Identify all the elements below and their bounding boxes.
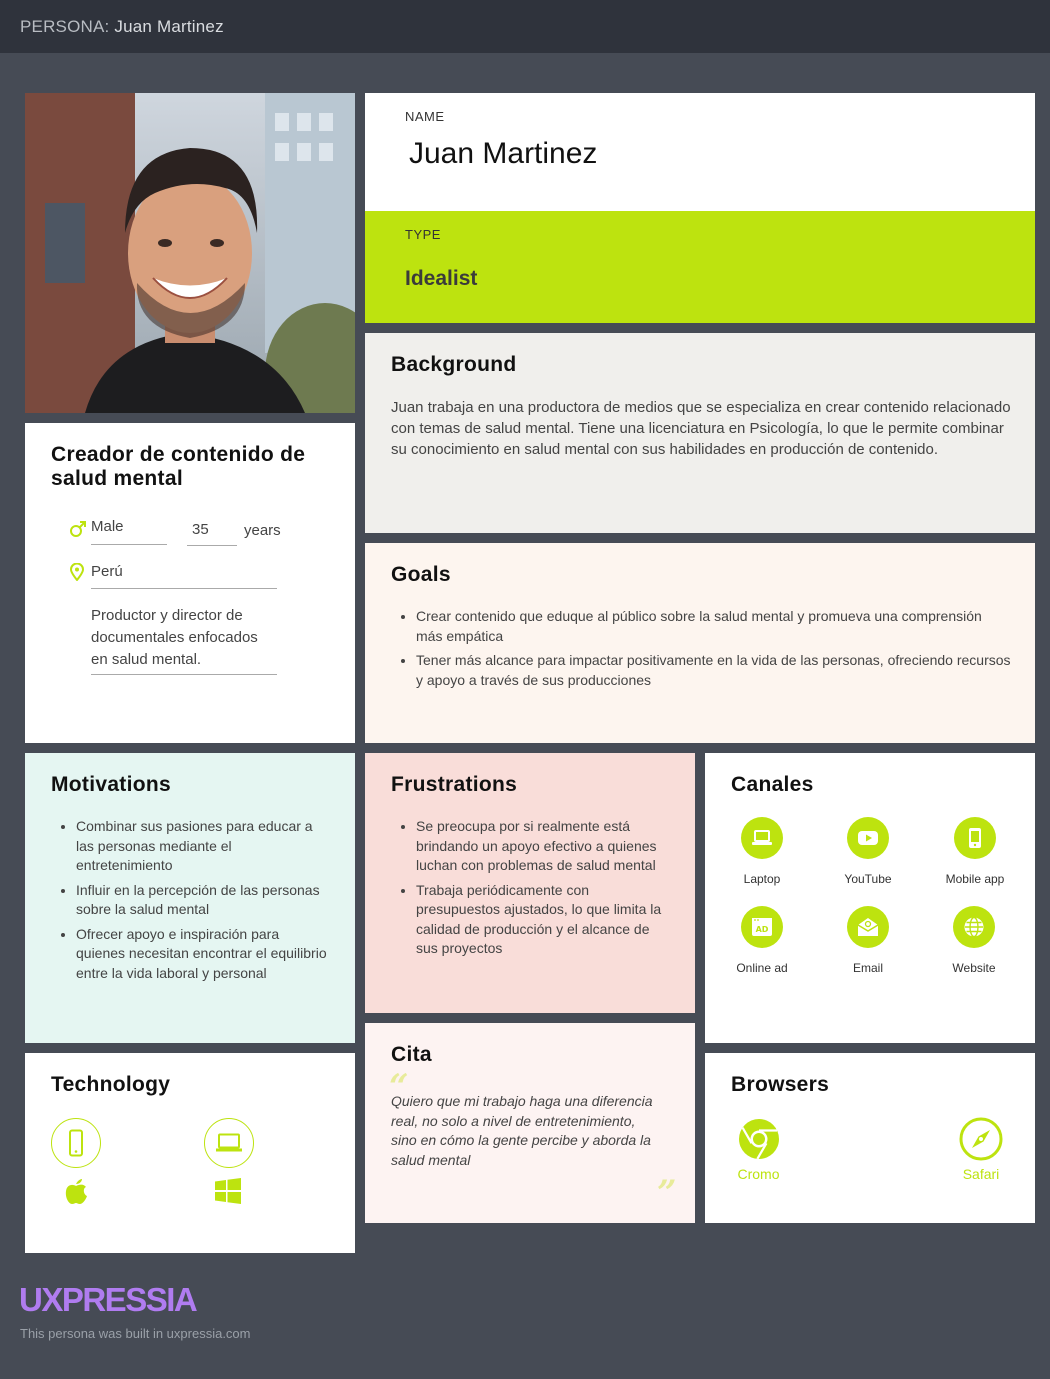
channel-label: Email	[852, 961, 883, 975]
frustrations-title: Frustrations	[391, 773, 518, 796]
goals-item: Crear contenido que eduque al público so…	[416, 607, 1011, 646]
description-field: Productor y director de documentales enf…	[91, 605, 277, 675]
apple-icon	[65, 1179, 87, 1204]
technology-title: Technology	[51, 1073, 171, 1096]
channel-online-ad: AD Online ad	[709, 906, 815, 975]
location-field: Perú	[91, 563, 277, 589]
channel-label: Laptop	[743, 872, 781, 886]
cita-title: Cita	[391, 1043, 432, 1066]
goals-list: Crear contenido que eduque al público so…	[391, 607, 1011, 695]
svg-text:AD: AD	[756, 925, 769, 934]
gender-field: Male	[91, 518, 167, 545]
uxpressia-logo[interactable]: UXPRESSIA	[19, 1281, 198, 1319]
channel-label: Website	[952, 961, 996, 975]
motivations-list: Combinar sus pasiones para educar a las …	[51, 817, 331, 988]
background-text: Juan trabaja en una productora de medios…	[391, 399, 1011, 458]
persona-photo	[25, 93, 355, 413]
motivations-title: Motivations	[51, 773, 171, 796]
name-label: NAME	[405, 109, 445, 124]
persona-header-label: PERSONA:	[20, 17, 110, 36]
background-title: Background	[391, 353, 517, 376]
channel-mobile-app: Mobile app	[922, 817, 1028, 886]
channel-label: YouTube	[844, 872, 892, 886]
canales-title: Canales	[731, 773, 814, 796]
chrome-icon	[739, 1119, 779, 1160]
safari-icon	[959, 1117, 1003, 1161]
background-card: Background Juan trabaja en una productor…	[365, 333, 1035, 533]
male-icon	[70, 521, 86, 537]
quote-text: Quiero que mi trabajo haga una diferenci…	[391, 1093, 653, 1168]
mobile-app-icon	[954, 817, 996, 859]
channel-website: Website	[921, 906, 1027, 975]
footer-note: This persona was built in uxpressia.com	[20, 1326, 251, 1341]
youtube-icon	[847, 817, 889, 859]
browser-label-safari: Safari	[962, 1166, 1000, 1182]
persona-type: Idealist	[405, 267, 478, 290]
frustrations-list: Se preocupa por si realmente está brinda…	[391, 817, 671, 964]
cita-card: Cita “ Quiero que mi trabajo haga una di…	[365, 1023, 695, 1223]
channel-laptop: Laptop	[709, 817, 815, 886]
persona-header-name: Juan Martinez	[114, 17, 224, 36]
name-card: NAME Juan Martinez	[365, 93, 1035, 211]
motivations-item: Ofrecer apoyo e inspiración para quienes…	[76, 925, 331, 984]
online-ad-icon: AD	[741, 906, 783, 948]
top-bar: PERSONA: Juan Martinez	[0, 0, 1050, 53]
profile-title: Creador de contenido de salud mental	[51, 443, 306, 490]
close-quote-icon: ”	[657, 1173, 677, 1213]
laptop-icon	[741, 817, 783, 859]
age-field: 35	[187, 521, 237, 546]
windows-icon	[215, 1178, 241, 1204]
motivations-card: Motivations Combinar sus pasiones para e…	[25, 753, 355, 1043]
smartphone-icon	[51, 1118, 101, 1168]
browsers-card: Browsers Cromo Safari	[705, 1053, 1035, 1223]
website-icon	[953, 906, 995, 948]
type-card: TYPE Idealist	[365, 211, 1035, 323]
channel-label: Online ad	[736, 961, 788, 975]
type-label: TYPE	[405, 227, 441, 242]
motivations-item: Combinar sus pasiones para educar a las …	[76, 817, 331, 876]
channel-youtube: YouTube	[815, 817, 921, 886]
frustrations-card: Frustrations Se preocupa por si realment…	[365, 753, 695, 1013]
canales-card: Canales Laptop YouTube Mobile app AD Onl…	[705, 753, 1035, 1043]
profile-card: Creador de contenido de salud mental Mal…	[25, 423, 355, 743]
persona-name: Juan Martinez	[409, 137, 598, 170]
technology-card: Technology	[25, 1053, 355, 1253]
channel-label: Mobile app	[945, 872, 1005, 886]
laptop-icon	[204, 1118, 254, 1168]
email-icon	[847, 906, 889, 948]
goals-card: Goals Crear contenido que eduque al públ…	[365, 543, 1035, 743]
goals-item: Tener más alcance para impactar positiva…	[416, 651, 1011, 690]
browsers-title: Browsers	[731, 1073, 830, 1096]
age-unit: years	[244, 522, 281, 539]
channel-email: Email	[815, 906, 921, 975]
browser-label-cromo: Cromo	[737, 1166, 780, 1182]
frustrations-item: Se preocupa por si realmente está brinda…	[416, 817, 671, 876]
location-icon	[70, 563, 84, 581]
motivations-item: Influir en la percepción de las personas…	[76, 881, 331, 920]
goals-title: Goals	[391, 563, 451, 586]
persona-header-title: PERSONA: Juan Martinez	[20, 17, 224, 37]
frustrations-item: Trabaja periódicamente con presupuestos …	[416, 881, 671, 959]
persona-avatar-image	[25, 93, 355, 413]
